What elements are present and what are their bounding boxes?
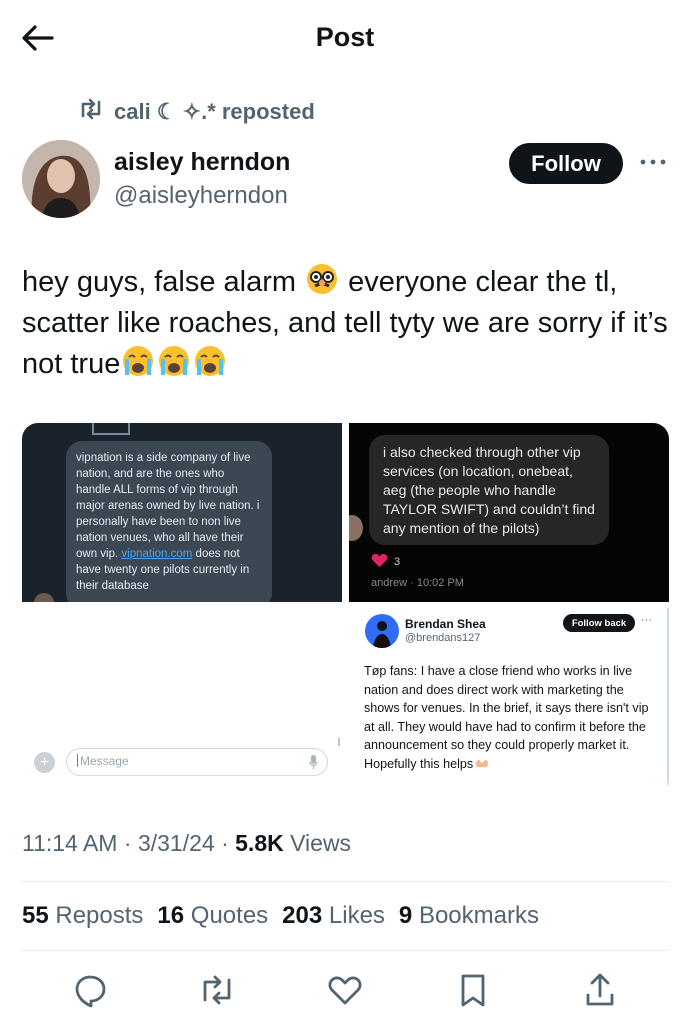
repost-icon[interactable] — [197, 970, 237, 1010]
chat-bubble: vipnation is a side company of live nati… — [66, 441, 272, 602]
brendan-name: Brendan Shea — [405, 617, 486, 631]
media-image-2[interactable]: i also checked through other vip service… — [349, 423, 669, 602]
quotes-label: Quotes — [184, 902, 269, 929]
post-text-part1: hey guys, false alarm — [22, 266, 305, 298]
brendan-handle: @brendans127 — [405, 632, 481, 644]
quotes-stat[interactable]: 16 Quotes — [157, 902, 268, 930]
bookmark-icon[interactable] — [453, 970, 493, 1010]
brendan-post-text-body: Tøp fans: I have a close friend who work… — [364, 664, 649, 771]
repost-indicator[interactable]: cali ☾ ✧.* reposted — [78, 98, 315, 126]
post-time: 11:14 AM — [22, 830, 118, 856]
avatar[interactable] — [22, 140, 100, 218]
more-options-icon: ··· — [641, 614, 652, 626]
repost-icon — [78, 98, 104, 126]
media-image-3[interactable]: + Message — [22, 608, 342, 795]
follow-back-button: Follow back — [563, 614, 635, 632]
likes-label: Likes — [322, 902, 385, 929]
like-heart-icon[interactable] — [325, 970, 365, 1010]
crying-face-emoji-icon — [157, 344, 191, 378]
message-placeholder: Message — [80, 754, 129, 768]
text-cursor — [77, 754, 78, 767]
follow-button[interactable]: Follow — [509, 143, 623, 184]
page-title: Post — [315, 22, 375, 52]
media-image-4[interactable]: Brendan Shea @brendans127 Follow back ··… — [349, 608, 669, 795]
image-artifact — [338, 738, 340, 746]
author-name[interactable]: aisley herndon — [114, 148, 290, 177]
quotes-count: 16 — [157, 902, 185, 929]
chat-meta: andrew · 10:02 PM — [371, 577, 464, 589]
engagement-counts: 55 Reposts 16 Quotes 203 Likes 9 Bookmar… — [22, 902, 539, 930]
reposts-count: 55 — [22, 902, 49, 929]
image-artifact — [92, 423, 130, 435]
brendan-avatar — [365, 614, 399, 648]
chat-bubble: i also checked through other vip service… — [369, 435, 609, 545]
bookmarks-label: Bookmarks — [412, 902, 539, 929]
add-attachment-icon: + — [34, 752, 55, 773]
divider — [22, 950, 669, 951]
views-count: 5.8K — [235, 830, 284, 856]
reposts-label: Reposts — [48, 902, 144, 929]
heart-reaction-icon — [371, 553, 388, 571]
chat-avatar — [349, 515, 363, 541]
bookmarks-count: 9 — [398, 902, 413, 929]
crying-face-emoji-icon — [121, 344, 155, 378]
post-date: 3/31/24 — [137, 830, 215, 856]
media-grid[interactable]: vipnation is a side company of live nati… — [22, 423, 669, 795]
media-image-1[interactable]: vipnation is a side company of live nati… — [22, 423, 342, 602]
bookmarks-stat[interactable]: 9 Bookmarks — [399, 902, 539, 930]
reaction-count: 3 — [394, 556, 401, 568]
divider — [22, 881, 669, 882]
views-label: Views — [283, 830, 352, 856]
reposts-stat[interactable]: 55 Reposts — [22, 902, 143, 930]
repost-text: cali ☾ ✧.* reposted — [114, 99, 315, 124]
post-timestamp[interactable]: 11:14 AM · 3/31/24 · 5.8K Views — [22, 830, 351, 857]
share-icon[interactable] — [580, 970, 620, 1010]
post-text: hey guys, false alarm everyone clear the… — [22, 262, 672, 385]
likes-count: 203 — [282, 902, 323, 929]
chat-link: vipnation.com — [121, 548, 193, 560]
author-handle[interactable]: @aisleyherndon — [114, 182, 288, 210]
disguised-face-emoji-icon — [305, 262, 339, 296]
chat-avatar — [34, 593, 54, 602]
heart-hands-emoji-icon — [475, 756, 489, 768]
likes-stat[interactable]: 203 Likes — [282, 902, 385, 930]
crying-face-emoji-icon — [193, 344, 227, 378]
chat-message-text: vipnation is a side company of live nati… — [76, 452, 260, 560]
message-input: Message — [66, 748, 328, 776]
brendan-post-text: Tøp fans: I have a close friend who work… — [364, 662, 654, 774]
reply-icon[interactable] — [70, 970, 110, 1010]
more-options-icon[interactable] — [638, 150, 668, 174]
reaction-row: 3 — [371, 553, 400, 571]
microphone-icon — [309, 755, 318, 773]
